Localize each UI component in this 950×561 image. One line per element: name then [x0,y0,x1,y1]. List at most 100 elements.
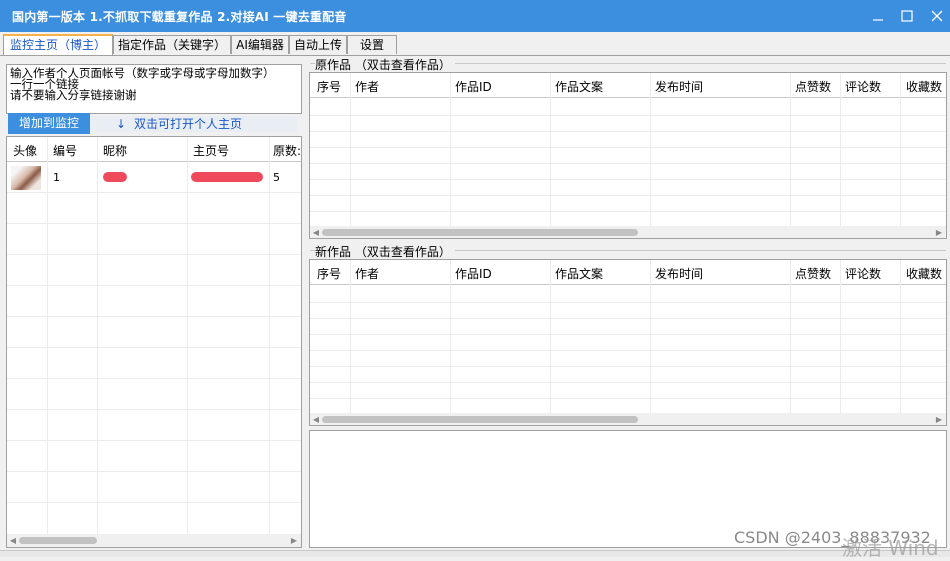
row-divider [7,316,301,317]
column-divider [350,73,351,226]
column-header: 收藏数 [906,80,943,94]
row-divider [310,195,946,196]
redacted-homepage-id [191,172,263,182]
row-divider [7,502,301,503]
row-divider [310,115,946,116]
row-divider [7,440,301,441]
horizontal-scrollbar[interactable]: ◀ ▶ [7,534,301,547]
column-header: 主页号 [193,144,230,158]
row-divider [310,382,946,383]
window-title: 国内第一版本 1.不抓取下载重复作品 2.对接AI 一键去重配音 [12,10,347,24]
new-works-table[interactable]: 序号 作者 作品ID 作品文案 发布时间 点赞数 评论数 收藏数 ◀ ▶ [309,259,947,426]
tab-specified-works[interactable]: 指定作品（关键字） [113,35,231,54]
new-works-label: 新作品 （双击查看作品） [315,243,455,260]
row-divider [310,398,946,399]
column-header: 序号 [317,80,342,94]
row-divider [310,302,946,303]
hint-bar: ↓ 双击可打开个人主页 [90,116,297,132]
column-header: 序号 [317,267,342,281]
avatar [11,166,41,190]
row-divider [310,318,946,319]
column-divider [840,73,841,226]
scrollbar-thumb[interactable] [322,229,638,236]
row-divider [7,223,301,224]
column-header: 评论数 [845,267,882,281]
column-divider [187,137,188,535]
column-divider [900,73,901,226]
column-header: 发布时间 [655,80,704,94]
column-header: 作者 [355,267,380,281]
tab-ai-editor[interactable]: AI编辑器 [231,35,289,54]
column-divider [900,260,901,413]
original-works-label: 原作品 （双击查看作品） [315,56,455,73]
table-header: 序号 作者 作品ID 作品文案 发布时间 点赞数 评论数 收藏数 [310,73,946,98]
scroll-right-icon[interactable]: ▶ [933,226,945,238]
table-row[interactable]: 1 5 [7,162,301,192]
column-header: 作者 [355,80,380,94]
row-divider [310,131,946,132]
column-header: 点赞数 [795,80,832,94]
hint-text: 双击可打开个人主页 [134,117,243,131]
column-header: 收藏数 [906,267,943,281]
account-input[interactable]: 输入作者个人页面帐号（数字或字母或字母加数字） 一行一个链接 请不要输入分享链接… [6,64,302,114]
column-divider [840,260,841,413]
add-to-monitor-button[interactable]: 增加到监控 [8,113,90,134]
horizontal-scrollbar[interactable]: ◀ ▶ [310,226,946,238]
row-divider [7,471,301,472]
tab-monitor-homepage[interactable]: 监控主页（博主） [3,34,113,55]
tab-auto-upload[interactable]: 自动上传 [289,35,347,54]
maximize-icon[interactable] [891,0,923,32]
column-header: 评论数 [845,80,882,94]
column-header: 编号 [53,144,78,158]
scroll-right-icon[interactable]: ▶ [288,534,300,547]
title-bar: 国内第一版本 1.不抓取下载重复作品 2.对接AI 一键去重配音 [0,0,950,32]
column-header: 头像 [13,144,38,158]
column-header: 作品ID [455,267,492,281]
row-index: 1 [53,171,60,184]
column-header: 点赞数 [795,267,832,281]
scroll-left-icon[interactable]: ◀ [310,226,322,238]
column-divider [650,260,651,413]
column-divider [650,73,651,226]
table-header: 序号 作者 作品ID 作品文案 发布时间 点赞数 评论数 收藏数 [310,260,946,285]
column-header: 作品文案 [555,80,604,94]
row-divider [310,163,946,164]
column-header: 作品文案 [555,267,604,281]
scroll-left-icon[interactable]: ◀ [7,534,19,547]
column-divider [550,260,551,413]
scrollbar-thumb[interactable] [19,537,97,544]
scroll-right-icon[interactable]: ▶ [933,413,945,425]
row-divider [310,211,946,212]
row-divider [310,350,946,351]
column-divider [269,137,270,535]
row-divider [7,285,301,286]
column-header: 原数: [273,144,302,158]
horizontal-scrollbar[interactable]: ◀ ▶ [310,413,946,425]
monitored-accounts-table[interactable]: 头像 编号 昵称 主页号 原数: 1 5 ◀ ▶ [6,136,302,548]
redacted-nickname [103,172,127,182]
original-works-table[interactable]: 序号 作者 作品ID 作品文案 发布时间 点赞数 评论数 收藏数 ◀ ▶ [309,72,947,239]
column-divider [97,137,98,535]
left-panel: 输入作者个人页面帐号（数字或字母或字母加数字） 一行一个链接 请不要输入分享链接… [6,62,302,548]
column-header: 昵称 [103,144,128,158]
close-icon[interactable] [921,0,950,32]
scroll-left-icon[interactable]: ◀ [310,413,322,425]
row-divider [310,147,946,148]
row-count: 5 [273,171,280,184]
arrow-down-icon: ↓ [116,117,127,131]
column-header: 作品ID [455,80,492,94]
tab-settings[interactable]: 设置 [347,35,397,54]
column-divider [350,260,351,413]
row-divider [310,179,946,180]
instruction-line: 请不要输入分享链接谢谢 [10,88,137,102]
column-divider [47,137,48,535]
scrollbar-thumb[interactable] [322,416,638,423]
tab-panel-border [0,55,950,56]
row-divider [7,192,301,193]
minimize-icon[interactable] [862,0,894,32]
row-divider [7,254,301,255]
table-header: 头像 编号 昵称 主页号 原数: [7,137,301,162]
column-divider [450,73,451,226]
column-divider [450,260,451,413]
row-divider [7,347,301,348]
